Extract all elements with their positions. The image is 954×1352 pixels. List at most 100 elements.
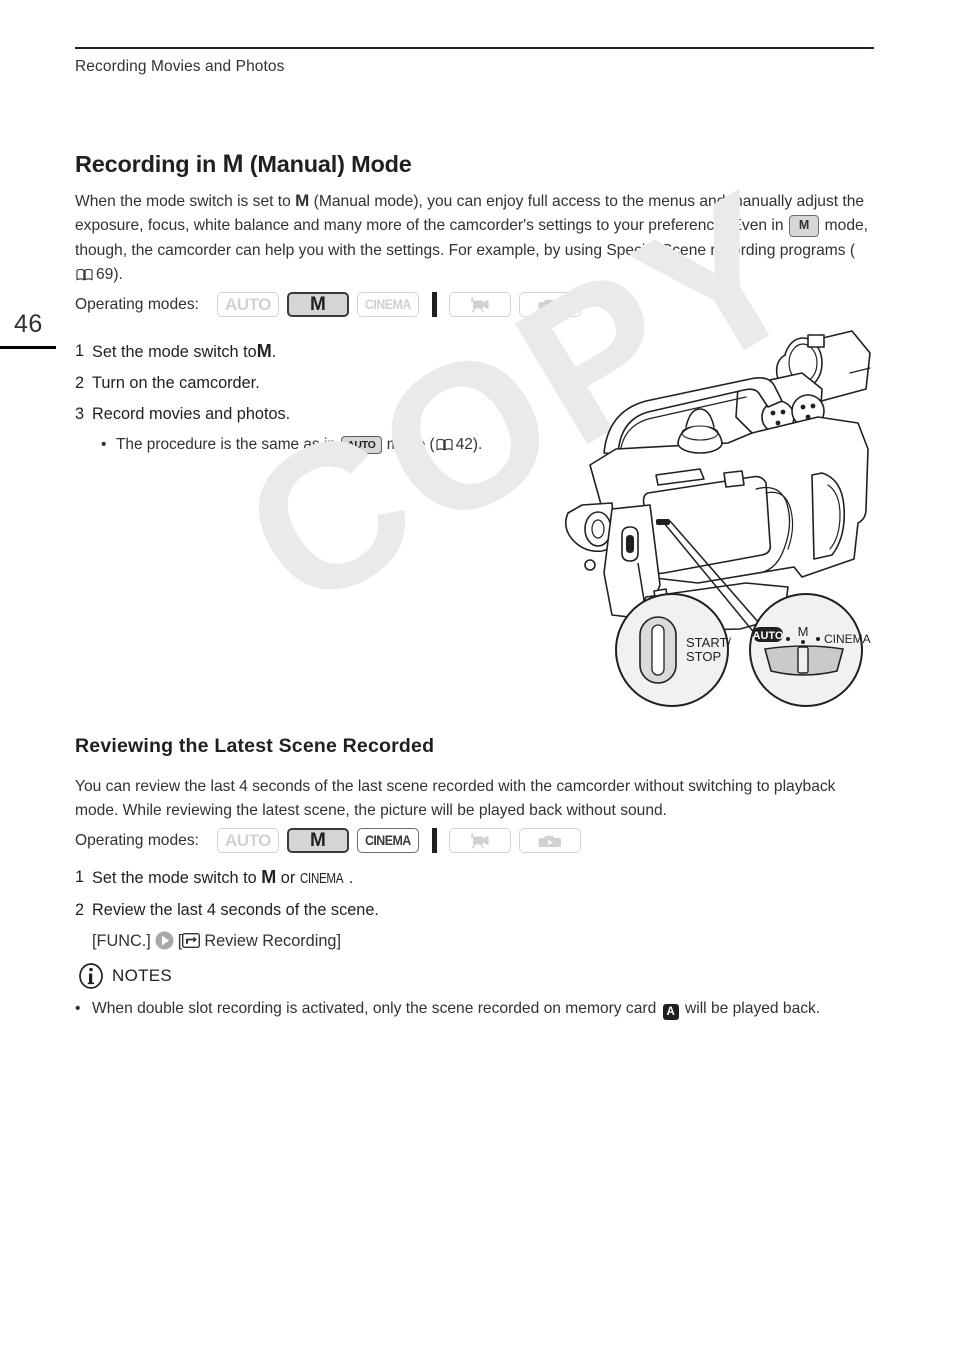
page-title-post: (Manual) Mode [249, 151, 412, 177]
mode-badge-manual-1[interactable]: M [286, 292, 349, 317]
func-button-label[interactable]: [FUNC.] [92, 932, 151, 950]
operating-modes-row-2: Operating modes: AUTO M CINEMA [75, 828, 589, 853]
auto-mode-chip: AUTO [341, 435, 382, 454]
bullet-text-pre: The procedure is the same as in [116, 436, 336, 453]
operating-modes-row-1: Operating modes: AUTO M CINEMA [75, 292, 589, 317]
intro-page-ref: 69 [96, 265, 114, 283]
mode-badge-movie-playback-1[interactable] [448, 292, 511, 317]
arrow-right-icon [155, 931, 174, 950]
step-number: 1 [75, 342, 85, 360]
page-tab-bar [0, 346, 56, 349]
mode-badge-cinema-2[interactable]: CINEMA [356, 828, 419, 853]
step-text-or: or [280, 869, 296, 887]
step-text: Record movies and photos. [92, 405, 291, 423]
step-text-pre: Set the mode switch to [92, 869, 257, 887]
mode-badge-auto-1-label: AUTO [225, 295, 271, 314]
callout-switch-m: M [798, 624, 809, 639]
step-item: 3 Record movies and photos. [75, 401, 595, 427]
intro-paragraph: When the mode switch is set to M (Manual… [75, 189, 875, 287]
mode-badge-photo-playback-1[interactable] [518, 292, 581, 317]
step-item: 1 Set the mode switch toM. [75, 338, 595, 365]
mode-badge-cinema-1-label: CINEMA [365, 296, 411, 312]
step-item: 2 Turn on the camcorder. [75, 370, 595, 396]
step-mode-glyph-cinema: CINEMA [299, 871, 344, 887]
step-number: 3 [75, 405, 85, 423]
intro-mode-glyph: M [295, 191, 310, 210]
menu-path-line: [FUNC.][Review Recording] [92, 928, 595, 954]
operating-modes-label-1: Operating modes: [75, 295, 199, 313]
step-item: 1 Set the mode switch to M or CINEMA. [75, 864, 595, 892]
step-number: 2 [75, 901, 85, 919]
bullet-dot: • [75, 1000, 81, 1017]
zoom-dome [677, 408, 723, 454]
step-text: Set the mode switch to M or CINEMA. [92, 864, 353, 892]
notes-bullet-text: When double slot recording is activated,… [92, 997, 820, 1021]
book-reference-icon [76, 265, 93, 281]
callout-mode-switch: AUTO M CINEMA [749, 593, 871, 707]
bullet-text-mid: mode ( [386, 436, 435, 453]
mode-badge-auto-1[interactable]: AUTO [216, 292, 279, 317]
header-rule [75, 47, 874, 49]
bullet-page-ref: 42 [455, 436, 473, 453]
operating-modes-label-2: Operating modes: [75, 831, 199, 849]
memory-card-a-icon: A [662, 1004, 679, 1020]
step-text-post: . [348, 869, 354, 887]
info-icon [78, 963, 104, 989]
page-title-mode-glyph: M [222, 150, 244, 178]
notes-bullet: • When double slot recording is activate… [75, 997, 875, 1021]
steps-list-2: 1 Set the mode switch to M or CINEMA. 2 … [75, 864, 595, 954]
intro-text-4: ). [113, 265, 123, 283]
step-mode-glyph: M [256, 341, 272, 361]
mode-badge-auto-2[interactable]: AUTO [216, 828, 279, 853]
step-number: 2 [75, 374, 85, 392]
bullet-text: The procedure is the same as in AUTO mod… [116, 432, 482, 457]
bullet-item: • The procedure is the same as in AUTO m… [101, 432, 595, 457]
manual-mode-chip: M [788, 215, 820, 237]
mode-badge-cinema-2-label: CINEMA [365, 832, 411, 848]
review-recording-icon [182, 930, 201, 949]
section-title-reviewing: Reviewing the Latest Scene Recorded [75, 735, 435, 757]
notes-text-pre: When double slot recording is activated,… [92, 1000, 657, 1017]
mode-badge-manual-1-label: M [310, 294, 326, 315]
camcorder-illustration: START/ STOP AUTO M CINEMA [560, 325, 890, 725]
callout-start-stop-line2: STOP [686, 649, 721, 664]
step-text: Set the mode switch toM. [92, 338, 276, 365]
mode-badge-movie-playback-2[interactable] [448, 828, 511, 853]
notes-label: NOTES [112, 966, 173, 985]
page-number: 46 [14, 310, 43, 338]
mode-badge-manual-2[interactable]: M [286, 828, 349, 853]
book-reference-icon [436, 434, 453, 451]
step-number: 1 [75, 868, 85, 886]
mode-badge-auto-2-label: AUTO [225, 831, 271, 850]
step-item: 2 Review the last 4 seconds of the scene… [75, 897, 595, 923]
bullet-dot: • [101, 436, 107, 453]
mode-switch-mark [656, 519, 670, 525]
intro-text-1: When the mode switch is set to [75, 193, 291, 210]
step-mode-glyph-m: M [261, 867, 277, 887]
mode-badge-cinema-1[interactable]: CINEMA [356, 292, 419, 317]
step-text: Review the last 4 seconds of the scene. [92, 901, 379, 919]
steps-list-1: 1 Set the mode switch toM. 2 Turn on the… [75, 338, 595, 457]
mode-badge-manual-2-label: M [310, 830, 326, 851]
callout-start-stop-line1: START/ [686, 635, 731, 650]
callout-switch-auto: AUTO [753, 630, 784, 642]
reviewing-body-paragraph: You can review the last 4 seconds of the… [75, 778, 836, 820]
photo-playback-icon [537, 833, 563, 849]
menu-item-label[interactable]: Review Recording] [204, 932, 341, 950]
notes-text-post: will be played back. [684, 1000, 821, 1017]
photo-playback-icon [537, 297, 563, 313]
mode-badge-photo-playback-2[interactable] [518, 828, 581, 853]
bullet-text-post: ). [472, 436, 483, 453]
mode-group-divider-1 [431, 292, 437, 317]
page-title: Recording in M (Manual) Mode [75, 150, 412, 179]
page-title-pre: Recording in [75, 151, 217, 177]
callout-switch-cinema: CINEMA [824, 632, 871, 646]
step-text: Turn on the camcorder. [92, 374, 260, 392]
mode-group-divider-2 [431, 828, 437, 853]
step-text-post: . [271, 343, 277, 361]
running-head: Recording Movies and Photos [75, 58, 285, 75]
step-text-pre: Set the mode switch to [92, 343, 257, 361]
notes-header: NOTES [78, 963, 172, 989]
page-tab: 46 [0, 312, 70, 349]
movie-playback-icon [467, 833, 493, 849]
